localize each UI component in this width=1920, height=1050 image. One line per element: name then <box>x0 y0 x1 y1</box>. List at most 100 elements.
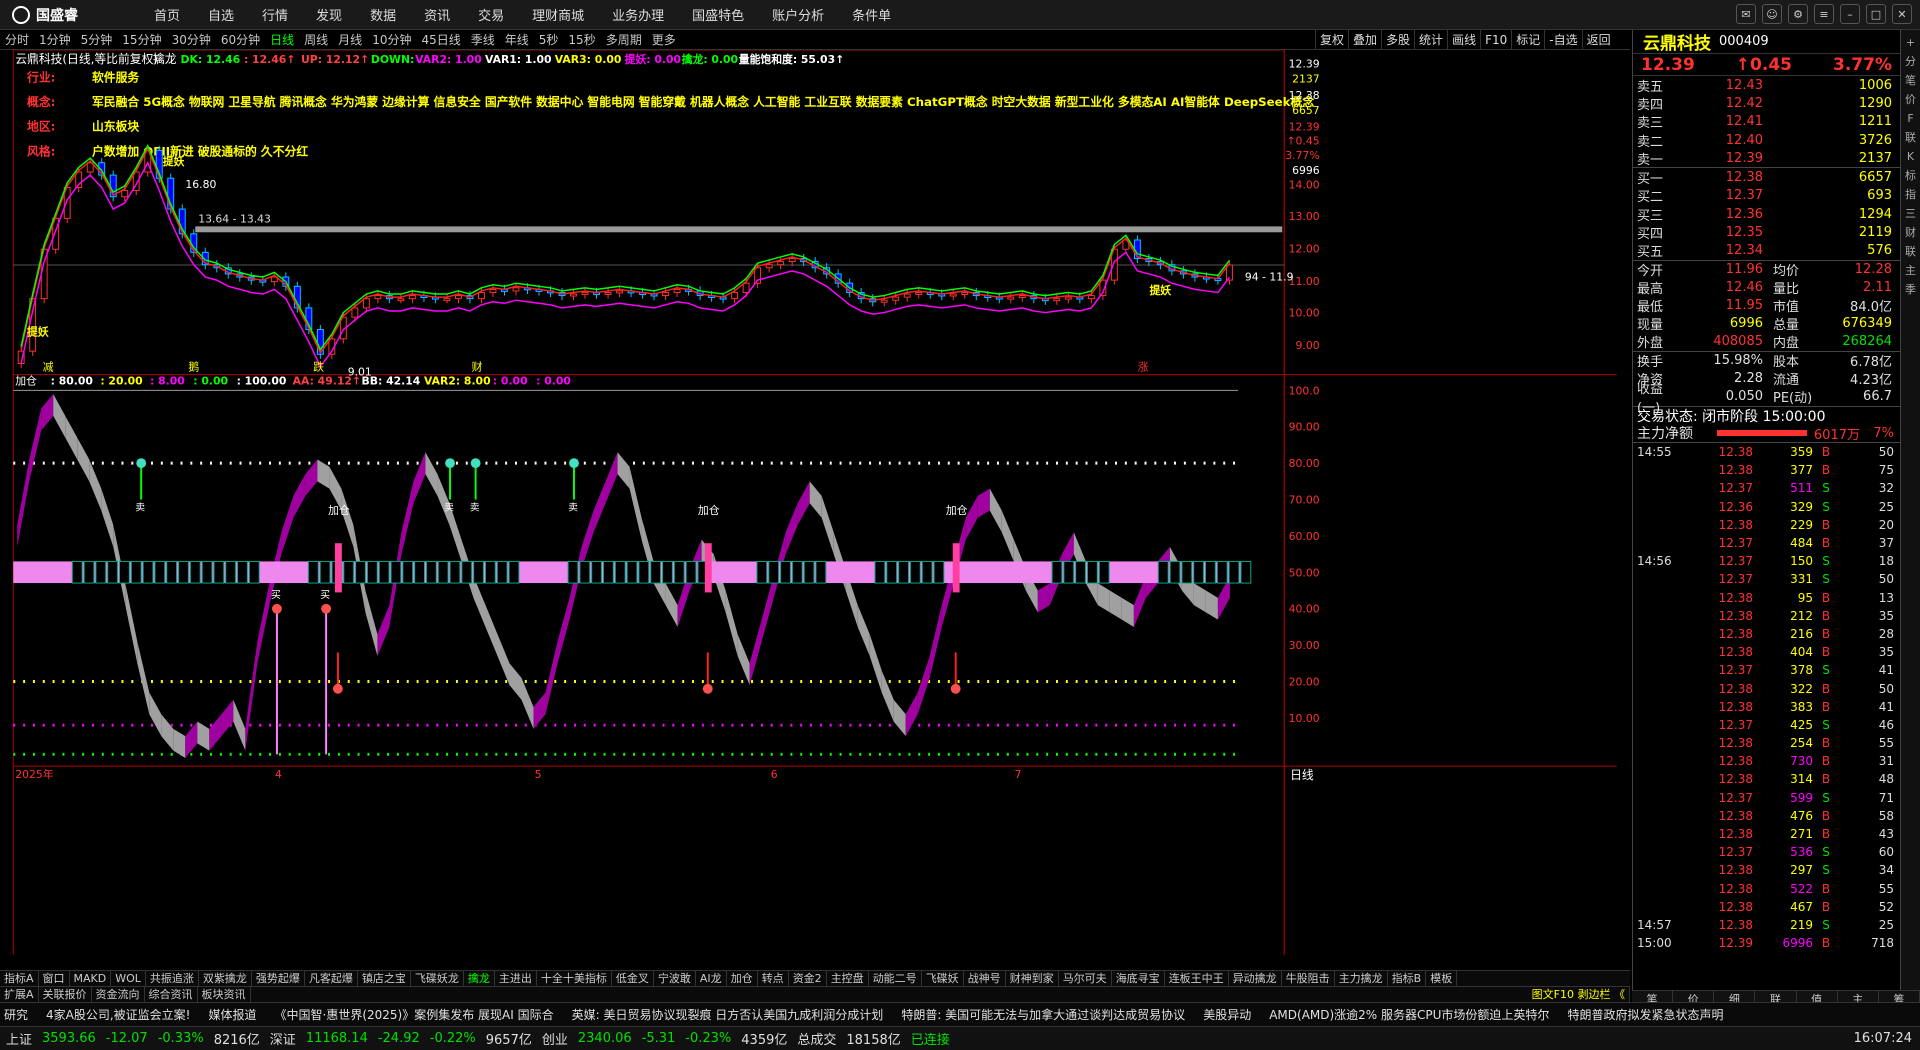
indicator-tab[interactable]: WOL <box>111 971 146 986</box>
indicator-tab[interactable]: 指标B <box>1388 971 1427 986</box>
timeframe-tab[interactable]: 年线 <box>500 31 534 48</box>
panel-tab[interactable]: 扩展A <box>0 987 39 1002</box>
timeframe-tab[interactable]: 分时 <box>0 31 34 48</box>
indicator-tab[interactable]: 镇店之宝 <box>358 971 411 986</box>
menu-item[interactable]: 自选 <box>194 5 248 24</box>
side-tab[interactable]: 财 <box>1903 224 1919 241</box>
menu-item[interactable]: 首页 <box>140 5 194 24</box>
menu-item[interactable]: 业务办理 <box>598 5 678 24</box>
side-tab[interactable]: 联 <box>1903 129 1919 146</box>
close-icon[interactable]: ✕ <box>1892 4 1912 24</box>
timeframe-tab[interactable]: 多周期 <box>601 31 647 48</box>
side-tab[interactable]: 笔 <box>1903 72 1919 89</box>
news-item[interactable]: 4家A股公司,被证监会立案! <box>46 1006 190 1023</box>
side-tab[interactable]: 分 <box>1903 53 1919 70</box>
menu-item[interactable]: 交易 <box>464 5 518 24</box>
menu-item[interactable]: 条件单 <box>838 5 905 24</box>
side-tab[interactable]: 季 <box>1903 281 1919 298</box>
settings-icon[interactable]: ⚙ <box>1788 4 1808 24</box>
indicator-tab[interactable]: 转点 <box>758 971 789 986</box>
menu-item[interactable]: 发现 <box>302 5 356 24</box>
indicator-tab[interactable]: 加仓 <box>727 971 758 986</box>
side-tab[interactable]: F <box>1903 110 1919 127</box>
indicator-tab[interactable]: 凡客起爆 <box>305 971 358 986</box>
maximize-icon[interactable]: □ <box>1866 4 1886 24</box>
timeframe-tab[interactable]: 10分钟 <box>367 31 416 48</box>
indicator-tab[interactable]: 飞碟妖 <box>922 971 964 986</box>
news-item[interactable]: 媒体报道 <box>209 1006 257 1023</box>
side-tab[interactable]: 标 <box>1903 167 1919 184</box>
toolbar-button[interactable]: 统计 <box>1414 30 1447 50</box>
toolbar-button[interactable]: 画线 <box>1447 30 1480 50</box>
timeframe-tab[interactable]: 日线 <box>265 31 299 48</box>
minimize-icon[interactable]: – <box>1840 4 1860 24</box>
toolbar-button[interactable]: 标记 <box>1511 30 1544 50</box>
indicator-tab[interactable]: 共振追涨 <box>146 971 199 986</box>
panel-right-label[interactable]: 图文F10 剥边栏 《 <box>1528 987 1630 1002</box>
toolbar-button[interactable]: 叠加 <box>1348 30 1381 50</box>
toolbar-button[interactable]: F10 <box>1480 30 1511 50</box>
indicator-tab[interactable]: 动能二号 <box>869 971 922 986</box>
indicator-tab[interactable]: 主进出 <box>495 971 537 986</box>
side-tab[interactable]: 主 <box>1903 262 1919 279</box>
indicator-tab[interactable]: 海底寻宝 <box>1112 971 1165 986</box>
news-item[interactable]: AMD(AMD)涨逾2% 服务器CPU市场份额迫上英特尔 <box>1269 1006 1549 1023</box>
indicator-tab[interactable]: 强势起爆 <box>252 971 305 986</box>
indicator-tab[interactable]: 飞碟妖龙 <box>411 971 464 986</box>
panel-tab[interactable]: 板块资讯 <box>198 987 251 1002</box>
indicator-tab[interactable]: 十全十美指标 <box>537 971 612 986</box>
indicator-tab[interactable]: 资金2 <box>789 971 827 986</box>
news-item[interactable]: 英媒: 美日贸易协议现裂痕 日方否认美国九成利润分成计划 <box>572 1006 884 1023</box>
message-icon[interactable]: ✉ <box>1736 4 1756 24</box>
news-item[interactable]: 特朗普政府拟发紧急状态声明 <box>1567 1006 1723 1023</box>
menu-item[interactable]: 理财商城 <box>518 5 598 24</box>
timeframe-tab[interactable]: 月线 <box>333 31 367 48</box>
indicator-tab[interactable]: 牛股阻击 <box>1282 971 1335 986</box>
indicator-tab[interactable]: 低金叉 <box>612 971 654 986</box>
timeframe-tab[interactable]: 季线 <box>466 31 500 48</box>
toolbar-button[interactable]: -自选 <box>1544 30 1581 50</box>
toolbar-button[interactable]: 多股 <box>1381 30 1414 50</box>
news-item[interactable]: 美股异动 <box>1203 1006 1251 1023</box>
side-tab[interactable]: 三 <box>1903 205 1919 222</box>
timeframe-tab[interactable]: 30分钟 <box>167 31 216 48</box>
tick-list[interactable]: 14:55 12.38 359 B 50 12.38 377 B 75 12.37 511 S 32 12… <box>1633 443 1900 952</box>
indicator-tab[interactable]: 模板 <box>1426 971 1458 986</box>
panel-tab[interactable]: 资金流向 <box>92 987 145 1002</box>
indicator-tab[interactable]: 异动擒龙 <box>1229 971 1282 986</box>
indicator-tab[interactable]: 财神到家 <box>1006 971 1059 986</box>
news-item[interactable]: 《中国智·惠世界(2025)》案例集发布 展现AI 国际合 <box>275 1006 554 1023</box>
indicator-tab[interactable]: 指标A <box>0 971 39 986</box>
timeframe-tab[interactable]: 周线 <box>299 31 333 48</box>
menu-item[interactable]: 行情 <box>248 5 302 24</box>
menu-item[interactable]: 资讯 <box>410 5 464 24</box>
news-item[interactable]: 特朗普: 美国可能无法与加拿大通过谈判达成贸易协议 <box>901 1006 1185 1023</box>
indicator-tab[interactable]: 双紫擒龙 <box>199 971 252 986</box>
timeframe-tab[interactable]: 5秒 <box>534 31 564 48</box>
indicator-tab[interactable]: 宁波敢 <box>654 971 696 986</box>
timeframe-tab[interactable]: 60分钟 <box>216 31 265 48</box>
timeframe-tab[interactable]: 5分钟 <box>76 31 118 48</box>
timeframe-tab[interactable]: 更多 <box>647 31 681 48</box>
toolbar-button[interactable]: 复权 <box>1315 30 1348 50</box>
indicator-tab[interactable]: 窗口 <box>39 971 70 986</box>
timeframe-tab[interactable]: 45日线 <box>416 31 465 48</box>
user-icon[interactable]: ☺ <box>1762 4 1782 24</box>
menu-item[interactable]: 国盛特色 <box>678 5 758 24</box>
indicator-tab[interactable]: 擒龙 <box>464 971 495 986</box>
side-tab[interactable]: 指 <box>1903 186 1919 203</box>
menu-icon[interactable]: ≡ <box>1814 4 1834 24</box>
indicator-tab[interactable]: 战神号 <box>964 971 1006 986</box>
side-tab[interactable]: K <box>1903 148 1919 165</box>
panel-tab[interactable]: 关联报价 <box>39 987 92 1002</box>
panel-tab[interactable]: 综合资讯 <box>145 987 198 1002</box>
news-item[interactable]: 研究 <box>4 1006 28 1023</box>
side-tab[interactable]: 联 <box>1903 243 1919 260</box>
side-tab[interactable]: 价 <box>1903 91 1919 108</box>
timeframe-tab[interactable]: 15分钟 <box>117 31 166 48</box>
indicator-tab[interactable]: MAKD <box>70 971 112 986</box>
indicator-tab[interactable]: 连板王中王 <box>1165 971 1229 986</box>
menu-item[interactable]: 数据 <box>356 5 410 24</box>
timeframe-tab[interactable]: 1分钟 <box>34 31 76 48</box>
indicator-tab[interactable]: 主力擒龙 <box>1335 971 1388 986</box>
